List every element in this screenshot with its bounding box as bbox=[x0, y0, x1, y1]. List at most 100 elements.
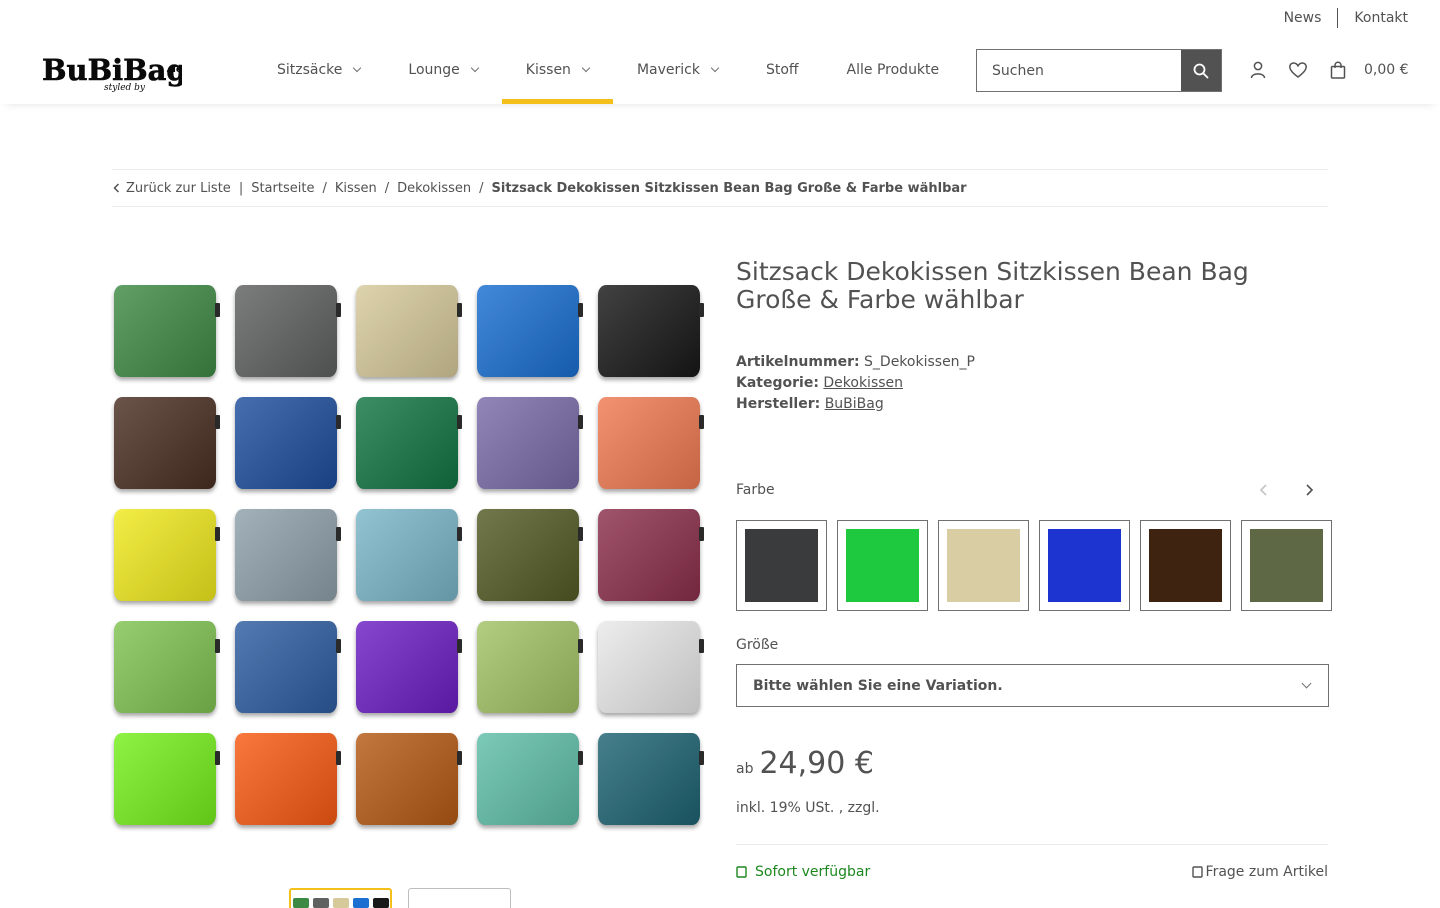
chevron-down-icon bbox=[581, 63, 591, 73]
nav-item-kissen[interactable]: Kissen bbox=[501, 36, 614, 104]
nav-label: Sitzsäcke bbox=[277, 62, 343, 78]
pillow-image bbox=[598, 733, 704, 825]
thumbnail-2[interactable] bbox=[408, 888, 511, 908]
sku-label: Artikelnummer: bbox=[736, 354, 860, 370]
pillow-image bbox=[477, 733, 583, 825]
divider bbox=[736, 844, 1328, 845]
kontakt-link[interactable]: Kontakt bbox=[1354, 10, 1408, 26]
price-block: ab 24,90 € bbox=[736, 746, 874, 781]
swatch-fabric bbox=[1149, 529, 1222, 602]
pillow-image bbox=[356, 397, 462, 489]
size-select[interactable]: Bitte wählen Sie eine Variation. bbox=[736, 664, 1329, 707]
category-row: Kategorie: Dekokissen bbox=[736, 373, 1328, 394]
pillow-image bbox=[114, 621, 220, 713]
price-prefix: ab bbox=[736, 761, 754, 777]
search-icon bbox=[1193, 63, 1209, 78]
truck-icon bbox=[736, 866, 747, 878]
swatch-fabric bbox=[846, 529, 919, 602]
pillow-image bbox=[598, 397, 704, 489]
main-nav: Sitzsäcke Lounge Kissen Maverick Stoff A… bbox=[253, 36, 963, 104]
swatch-prev-button[interactable] bbox=[1254, 480, 1274, 500]
pillow-image bbox=[356, 285, 462, 377]
swatch-fabric bbox=[1250, 529, 1323, 602]
pillow-image bbox=[477, 285, 583, 377]
size-label: Größe bbox=[736, 637, 779, 653]
color-swatches bbox=[736, 520, 1332, 611]
color-swatch[interactable] bbox=[1140, 520, 1231, 611]
chevron-left-icon bbox=[113, 183, 120, 193]
news-link[interactable]: News bbox=[1284, 10, 1322, 26]
product-meta: Artikelnummer: S_Dekokissen_P Kategorie:… bbox=[736, 352, 1328, 415]
breadcrumb-kissen[interactable]: Kissen bbox=[335, 181, 377, 196]
top-links-divider bbox=[1337, 8, 1339, 28]
pillow-image bbox=[598, 285, 704, 377]
swatch-fabric bbox=[947, 529, 1020, 602]
sku-row: Artikelnummer: S_Dekokissen_P bbox=[736, 352, 1328, 373]
pillow-image bbox=[598, 621, 704, 713]
breadcrumb-separator: / bbox=[322, 180, 327, 196]
nav-item-lounge[interactable]: Lounge bbox=[384, 36, 501, 104]
pillow-image bbox=[235, 509, 341, 601]
chevron-down-icon bbox=[710, 63, 720, 73]
swatch-next-button[interactable] bbox=[1299, 480, 1319, 500]
color-swatch[interactable] bbox=[938, 520, 1029, 611]
pillow-image bbox=[477, 397, 583, 489]
color-swatch[interactable] bbox=[736, 520, 827, 611]
search-form bbox=[976, 49, 1222, 92]
breadcrumb-separator: / bbox=[479, 180, 484, 196]
chevron-down-icon bbox=[470, 63, 480, 73]
back-to-list-label: Zurück zur Liste bbox=[126, 180, 231, 196]
pillow-image bbox=[235, 285, 341, 377]
account-button[interactable] bbox=[1248, 58, 1268, 82]
nav-item-alle-produkte[interactable]: Alle Produkte bbox=[823, 36, 964, 104]
question-label: Frage zum Artikel bbox=[1205, 864, 1328, 880]
pillow-image bbox=[356, 621, 462, 713]
cart-button[interactable] bbox=[1328, 58, 1348, 82]
manufacturer-link[interactable]: BuBiBag bbox=[825, 396, 884, 412]
product-image[interactable] bbox=[112, 272, 704, 840]
breadcrumb-startseite[interactable]: Startseite bbox=[251, 181, 314, 196]
nav-item-sitzsaecke[interactable]: Sitzsäcke bbox=[253, 36, 384, 104]
chevron-left-icon bbox=[1259, 484, 1267, 496]
color-swatch[interactable] bbox=[1039, 520, 1130, 611]
breadcrumb-dekokissen[interactable]: Dekokissen bbox=[397, 181, 471, 196]
pillow-image bbox=[598, 509, 704, 601]
nav-item-stoff[interactable]: Stoff bbox=[742, 36, 823, 104]
wishlist-button[interactable] bbox=[1288, 58, 1308, 82]
top-links: News Kontakt bbox=[1284, 8, 1408, 28]
bubibag-logo[interactable]: BuBiBag .de styled by bbox=[40, 50, 187, 94]
back-to-list-link[interactable]: Zurück zur Liste bbox=[112, 181, 231, 196]
nav-item-maverick[interactable]: Maverick bbox=[613, 36, 742, 104]
color-swatch[interactable] bbox=[837, 520, 928, 611]
pillow-image bbox=[235, 397, 341, 489]
search-button[interactable] bbox=[1181, 50, 1221, 91]
nav-label: Kissen bbox=[525, 62, 571, 78]
nav-label: Lounge bbox=[408, 62, 460, 78]
question-icon bbox=[1191, 866, 1203, 878]
shopping-bag-icon bbox=[1330, 61, 1346, 79]
nav-label: Maverick bbox=[636, 62, 700, 78]
product-info: Sitzsack Dekokissen Sitzkissen Bean Bag … bbox=[736, 258, 1332, 880]
logo-wordmark: BuBiBag bbox=[42, 53, 182, 87]
nav-label: Stoff bbox=[765, 62, 799, 78]
logo-domain: .de bbox=[166, 65, 182, 75]
breadcrumb-separator: / bbox=[384, 180, 390, 196]
logo-tagline: styled by bbox=[104, 83, 146, 93]
pillow-image bbox=[114, 397, 220, 489]
stock-status: Sofort verfügbar bbox=[736, 864, 870, 880]
chevron-down-icon bbox=[1301, 678, 1312, 689]
tax-note: inkl. 19% USt. , zzgl. bbox=[736, 800, 880, 816]
color-swatch[interactable] bbox=[1241, 520, 1332, 611]
pillow-image bbox=[235, 733, 341, 825]
thumbnail-1[interactable] bbox=[289, 888, 392, 908]
breadcrumb: Zurück zur Liste | Startseite / Kissen /… bbox=[112, 169, 1328, 207]
color-header: Farbe bbox=[736, 482, 1328, 498]
cart-total[interactable]: 0,00 € bbox=[1364, 62, 1409, 78]
question-link[interactable]: Frage zum Artikel bbox=[1191, 864, 1328, 880]
header-actions: 0,00 € bbox=[1248, 58, 1409, 82]
search-input[interactable] bbox=[977, 50, 1181, 91]
user-icon bbox=[1250, 61, 1266, 79]
category-link[interactable]: Dekokissen bbox=[823, 375, 903, 391]
swatch-fabric bbox=[745, 529, 818, 602]
pillow-image bbox=[356, 733, 462, 825]
